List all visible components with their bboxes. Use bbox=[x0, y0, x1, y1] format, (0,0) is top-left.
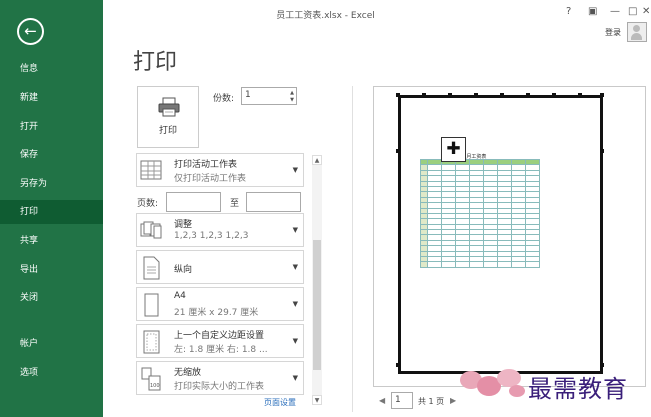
chevron-down-icon: ▼ bbox=[292, 374, 298, 382]
pages-to-input[interactable] bbox=[246, 192, 301, 212]
print-button-label: 打印 bbox=[158, 126, 177, 136]
margin-handle[interactable] bbox=[600, 363, 604, 367]
help-icon[interactable]: ? bbox=[566, 6, 571, 17]
margin-handle[interactable] bbox=[396, 149, 400, 153]
nav-new[interactable]: 新建 bbox=[0, 86, 103, 110]
margin-handle[interactable] bbox=[578, 93, 582, 97]
print-preview[interactable]: 员工11月工资表 ✚ bbox=[373, 86, 646, 387]
nav-info[interactable]: 信息 bbox=[0, 57, 103, 81]
back-arrow-icon[interactable]: ← bbox=[17, 18, 44, 45]
backstage-sidebar: ← 信息 新建 打开 保存 另存为 打印 共享 导出 关闭 帐户 选项 bbox=[0, 0, 103, 417]
margin-handle[interactable] bbox=[500, 93, 504, 97]
page-title: 打印 bbox=[133, 50, 178, 75]
minimize-icon[interactable]: — bbox=[610, 6, 620, 17]
margins-main: 上一个自定义边距设置 bbox=[174, 331, 265, 341]
no-scaling-icon: 100 bbox=[141, 367, 161, 391]
pages-to-label: 至 bbox=[230, 199, 240, 209]
chevron-down-icon: ▼ bbox=[292, 337, 298, 345]
print-settings: 打印活动工作表 仅打印活动工作表 ▼ 页数: 至 调整 1,2,3 1,2,3 … bbox=[136, 153, 304, 408]
scaling-main: 无缩放 bbox=[174, 368, 202, 378]
paper-sub: 21 厘米 x 29.7 厘米 bbox=[174, 308, 259, 318]
nav-save-as[interactable]: 另存为 bbox=[0, 172, 103, 196]
total-pages-label: 共 1 页 bbox=[418, 397, 445, 406]
svg-text:100: 100 bbox=[150, 383, 160, 389]
portrait-page-icon bbox=[143, 256, 160, 280]
copies-value: 1 bbox=[245, 90, 251, 100]
print-what-sub: 仅打印活动工作表 bbox=[174, 174, 247, 184]
settings-scrollbar[interactable]: ▲ ▼ bbox=[312, 155, 322, 405]
paper-main: A4 bbox=[174, 291, 186, 301]
pane-divider bbox=[352, 86, 353, 412]
worksheet-icon bbox=[140, 160, 162, 180]
nav-close[interactable]: 关闭 bbox=[0, 286, 103, 310]
copies-input[interactable]: 1 ▲ ▼ bbox=[241, 87, 297, 105]
previous-page-icon[interactable]: ◀ bbox=[379, 396, 385, 405]
orientation-dropdown[interactable]: 纵向 ▼ bbox=[136, 250, 304, 284]
margin-handle[interactable] bbox=[396, 363, 400, 367]
scroll-thumb[interactable] bbox=[313, 240, 321, 370]
margin-handle[interactable] bbox=[474, 93, 478, 97]
nav-export[interactable]: 导出 bbox=[0, 258, 103, 282]
collate-icon bbox=[140, 221, 162, 239]
chevron-down-icon: ▼ bbox=[292, 300, 298, 308]
chevron-down-icon: ▼ bbox=[292, 166, 298, 174]
chevron-down-icon: ▼ bbox=[292, 226, 298, 234]
margin-handle[interactable] bbox=[526, 93, 530, 97]
scaling-dropdown[interactable]: 100 无缩放 打印实际大小的工作表 ▼ bbox=[136, 361, 304, 395]
spin-down-icon[interactable]: ▼ bbox=[290, 97, 294, 103]
paper-size-dropdown[interactable]: A4 21 厘米 x 29.7 厘米 ▼ bbox=[136, 287, 304, 321]
ribbon-display-icon[interactable]: ▣ bbox=[588, 6, 597, 17]
chevron-down-icon: ▼ bbox=[292, 263, 298, 271]
margin-handle[interactable] bbox=[600, 149, 604, 153]
copies-label: 份数: bbox=[213, 94, 235, 104]
pages-label: 页数: bbox=[137, 199, 159, 209]
print-what-main: 打印活动工作表 bbox=[174, 160, 238, 170]
nav-share[interactable]: 共享 bbox=[0, 229, 103, 253]
margins-icon bbox=[143, 330, 160, 354]
orientation-main: 纵向 bbox=[174, 265, 193, 275]
paper-icon bbox=[144, 293, 159, 317]
collate-main: 调整 bbox=[174, 220, 193, 230]
login-link[interactable]: 登录 bbox=[605, 27, 621, 38]
printer-icon bbox=[158, 97, 180, 117]
nav-open[interactable]: 打开 bbox=[0, 115, 103, 139]
margin-handle[interactable] bbox=[552, 93, 556, 97]
watermark-text: 最需教育 bbox=[528, 375, 628, 403]
pages-from-input[interactable] bbox=[166, 192, 221, 212]
avatar-icon[interactable] bbox=[627, 22, 647, 42]
scroll-up-icon[interactable]: ▲ bbox=[312, 155, 322, 165]
margin-handle[interactable] bbox=[396, 93, 400, 97]
scaling-sub: 打印实际大小的工作表 bbox=[174, 382, 265, 392]
scroll-down-icon[interactable]: ▼ bbox=[312, 395, 322, 405]
margin-handle[interactable] bbox=[422, 93, 426, 97]
next-page-icon[interactable]: ▶ bbox=[450, 396, 456, 405]
nav-options[interactable]: 选项 bbox=[0, 361, 103, 385]
page-setup-link[interactable]: 页面设置 bbox=[264, 397, 296, 408]
spin-up-icon[interactable]: ▲ bbox=[290, 90, 294, 96]
watermark-logo bbox=[460, 369, 525, 397]
margin-handle[interactable] bbox=[600, 93, 604, 97]
nav-print[interactable]: 打印 bbox=[0, 200, 103, 224]
collate-sub: 1,2,3 1,2,3 1,2,3 bbox=[174, 231, 249, 241]
pages-row: 页数: 至 bbox=[136, 192, 304, 212]
margins-sub: 左: 1.8 厘米 右: 1.8 ... bbox=[174, 345, 268, 355]
margin-handle[interactable] bbox=[448, 93, 452, 97]
collate-dropdown[interactable]: 调整 1,2,3 1,2,3 1,2,3 ▼ bbox=[136, 213, 304, 247]
window-title: 员工工资表.xlsx - Excel bbox=[276, 11, 375, 21]
print-button[interactable]: 打印 bbox=[137, 86, 199, 148]
sheet-table-preview bbox=[420, 158, 540, 268]
restore-icon[interactable]: □ bbox=[628, 6, 637, 17]
current-page-input[interactable]: 1 bbox=[391, 392, 413, 409]
margins-dropdown[interactable]: 上一个自定义边距设置 左: 1.8 厘米 右: 1.8 ... ▼ bbox=[136, 324, 304, 358]
nav-save[interactable]: 保存 bbox=[0, 143, 103, 167]
move-cursor-icon: ✚ bbox=[441, 137, 466, 162]
nav-account[interactable]: 帐户 bbox=[0, 332, 103, 356]
print-what-dropdown[interactable]: 打印活动工作表 仅打印活动工作表 ▼ bbox=[136, 153, 304, 187]
close-icon[interactable]: ✕ bbox=[642, 6, 650, 17]
